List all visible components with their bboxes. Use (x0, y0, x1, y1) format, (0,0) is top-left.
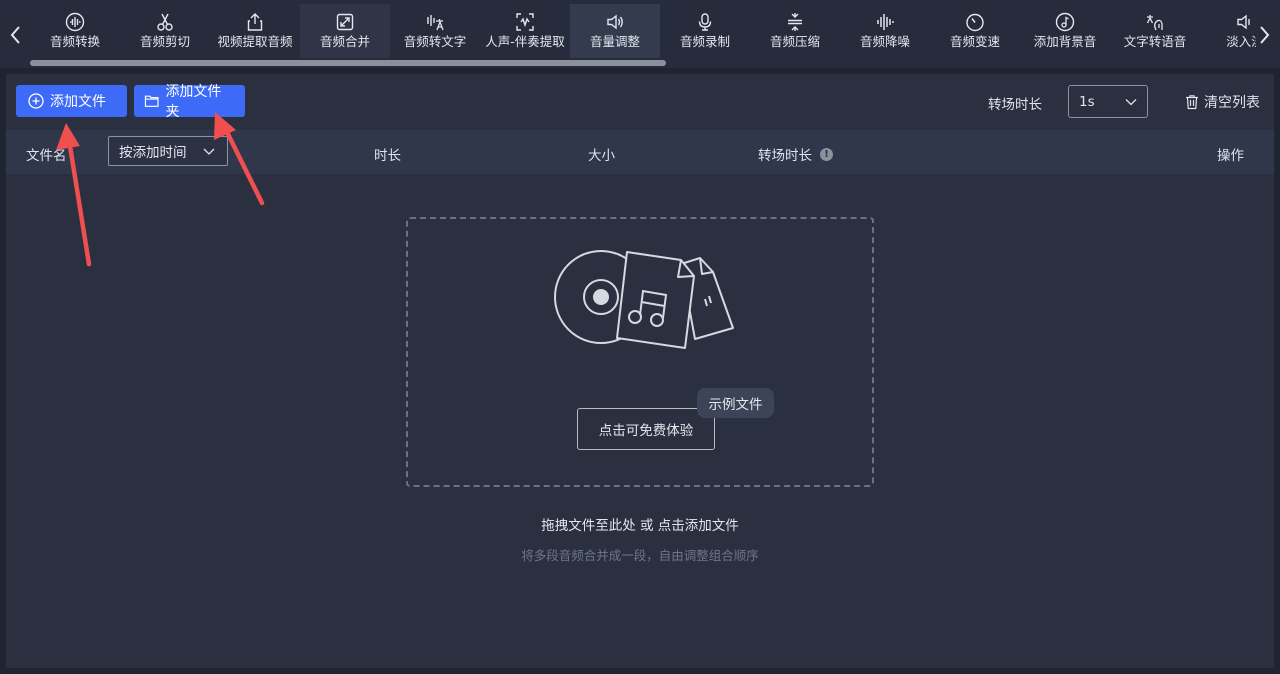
tool-label: 音量调整 (589, 34, 640, 49)
merge-expand-icon (335, 12, 355, 32)
tool-bar: 音频转换 音频剪切 视频提取音频 音频合并 音频转文字 人声-伴奏提取 音量调整… (0, 0, 1280, 68)
clear-list-label: 清空列表 (1204, 95, 1260, 111)
file-drop-zone[interactable]: 点击可免费体验 示例文件 (406, 217, 874, 487)
column-header-filename: 文件名 (26, 148, 67, 164)
tool-volume-adjust[interactable]: 音量调整 (570, 4, 660, 58)
tool-label: 音频合并 (319, 34, 370, 49)
drop-sub-hint-text: 将多段音频合并成一段，自由调整组合顺序 (521, 548, 759, 563)
sort-order-value: 按添加时间 (119, 145, 187, 161)
add-folder-button[interactable]: 添加文件夹 (134, 84, 245, 120)
add-folder-label: 添加文件夹 (165, 84, 222, 120)
tool-audio-record[interactable]: 音频录制 (660, 4, 750, 58)
tool-audio-merge[interactable]: 音频合并 (300, 4, 390, 58)
transition-duration-select[interactable]: 1s (1068, 85, 1148, 118)
tool-fade[interactable]: 淡入淡 (1200, 4, 1256, 58)
audio-wave-icon (65, 12, 85, 32)
tool-scrollbar[interactable] (30, 60, 1256, 66)
scroll-left-chevron-icon[interactable] (4, 20, 26, 50)
tool-label: 文字转语音 (1123, 34, 1187, 49)
transition-duration-label: 转场时长 (988, 97, 1042, 113)
tool-label: 音频转换 (49, 34, 100, 49)
file-table-header: 文件名 按添加时间 时长 大小 转场时长 ! 操作 (6, 130, 1274, 174)
sample-file-badge[interactable]: 示例文件 (697, 388, 774, 418)
add-file-button[interactable]: 添加文件 (16, 85, 127, 117)
music-note-circle-icon (1055, 12, 1075, 32)
tool-audio-convert[interactable]: 音频转换 (30, 4, 120, 58)
tool-audio-to-text[interactable]: 音频转文字 (390, 4, 480, 58)
tool-label: 视频提取音频 (217, 34, 293, 49)
tool-list: 音频转换 音频剪切 视频提取音频 音频合并 音频转文字 人声-伴奏提取 音量调整… (30, 4, 1256, 62)
column-header-transition: 转场时长 ! (758, 144, 833, 164)
tool-label: 音频压缩 (769, 34, 820, 49)
clear-list-button[interactable]: 清空列表 (1184, 92, 1260, 112)
tool-label: 添加背景音 (1033, 34, 1097, 49)
volume-icon (605, 12, 625, 32)
tool-audio-compress[interactable]: 音频压缩 (750, 4, 840, 58)
tool-label: 音频降噪 (859, 34, 910, 49)
trash-icon (1186, 95, 1198, 110)
tool-label: 音频剪切 (139, 34, 190, 49)
tool-video-extract-audio[interactable]: 视频提取音频 (210, 4, 300, 58)
vocal-extract-icon (515, 12, 535, 32)
audio-files-illustration-icon (554, 250, 734, 349)
speed-dial-icon (965, 12, 985, 32)
denoise-bars-icon (875, 12, 895, 32)
upload-export-icon (245, 12, 265, 32)
tool-label: 音频变速 (949, 34, 1000, 49)
tool-label: 人声-伴奏提取 (485, 34, 565, 49)
free-trial-button[interactable]: 点击可免费体验 (577, 408, 715, 450)
tool-audio-cut[interactable]: 音频剪切 (120, 4, 210, 58)
chevron-down-icon (1125, 99, 1137, 106)
tool-label: 音频转文字 (403, 34, 467, 49)
merge-panel: 添加文件 添加文件夹 转场时长 1s 清空列表 文件名 按添加时间 时长 大小 … (6, 74, 1274, 668)
sort-order-select[interactable]: 按添加时间 (108, 136, 228, 166)
folder-icon (144, 95, 159, 107)
info-icon[interactable]: ! (820, 147, 833, 161)
tool-vocal-extract[interactable]: 人声-伴奏提取 (480, 4, 570, 58)
tool-audio-speed[interactable]: 音频变速 (930, 4, 1020, 58)
tool-audio-denoise[interactable]: 音频降噪 (840, 4, 930, 58)
drop-hint-text: 拖拽文件至此处 或 点击添加文件 (541, 518, 739, 534)
tool-text-to-speech[interactable]: 文字转语音 (1110, 4, 1200, 58)
scissors-icon (155, 12, 175, 32)
speech-to-text-icon (425, 12, 445, 32)
tool-label: 淡入淡 (1226, 34, 1256, 49)
tool-add-background-music[interactable]: 添加背景音 (1020, 4, 1110, 58)
column-header-size: 大小 (588, 148, 615, 164)
compress-icon (785, 12, 805, 32)
column-header-transition-label: 转场时长 (758, 148, 812, 164)
chevron-down-icon (203, 148, 215, 155)
fade-icon (1235, 12, 1255, 32)
scroll-right-chevron-icon[interactable] (1254, 20, 1276, 50)
text-to-speech-icon (1145, 12, 1165, 32)
tool-label: 音频录制 (679, 34, 730, 49)
transition-duration-value: 1s (1079, 93, 1095, 110)
microphone-icon (695, 12, 715, 32)
plus-circle-icon (28, 93, 44, 109)
column-header-operations: 操作 (1217, 148, 1244, 164)
add-file-label: 添加文件 (50, 94, 106, 110)
tool-scrollbar-thumb[interactable] (30, 60, 666, 66)
column-header-duration: 时长 (374, 148, 401, 164)
